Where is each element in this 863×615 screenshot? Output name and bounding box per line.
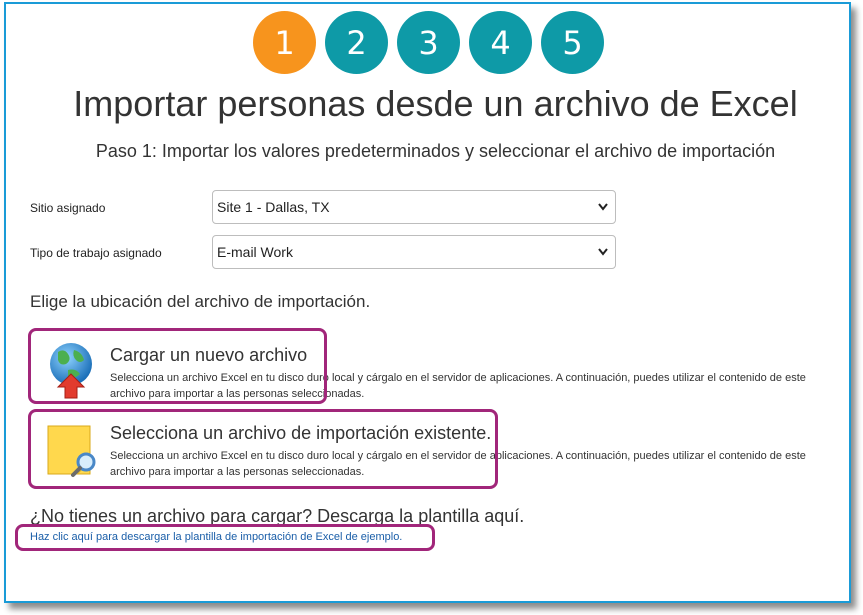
step-2[interactable]: 2 bbox=[325, 11, 388, 74]
download-link-highlight bbox=[15, 524, 435, 551]
step-1[interactable]: 1 bbox=[253, 11, 316, 74]
site-select[interactable]: Site 1 - Dallas, TX bbox=[212, 190, 616, 224]
step-5[interactable]: 5 bbox=[541, 11, 604, 74]
step-3[interactable]: 3 bbox=[397, 11, 460, 74]
chevron-down-icon bbox=[598, 248, 608, 256]
site-label: Sitio asignado bbox=[30, 201, 106, 215]
page-title: Importar personas desde un archivo de Ex… bbox=[73, 83, 798, 124]
location-heading: Elige la ubicación del archivo de import… bbox=[30, 292, 371, 311]
site-select-value: Site 1 - Dallas, TX bbox=[217, 199, 330, 215]
existing-option-highlight bbox=[28, 409, 498, 489]
worktype-label: Tipo de trabajo asignado bbox=[30, 246, 162, 260]
upload-option-highlight bbox=[28, 328, 327, 404]
chevron-down-icon bbox=[598, 203, 608, 211]
worktype-select-value: E-mail Work bbox=[217, 244, 293, 260]
step-4[interactable]: 4 bbox=[469, 11, 532, 74]
import-wizard-panel: 1 2 3 4 5 Importar personas desde un arc… bbox=[4, 2, 851, 603]
step-subtitle: Paso 1: Importar los valores predetermin… bbox=[95, 141, 776, 161]
worktype-select[interactable]: E-mail Work bbox=[212, 235, 616, 269]
